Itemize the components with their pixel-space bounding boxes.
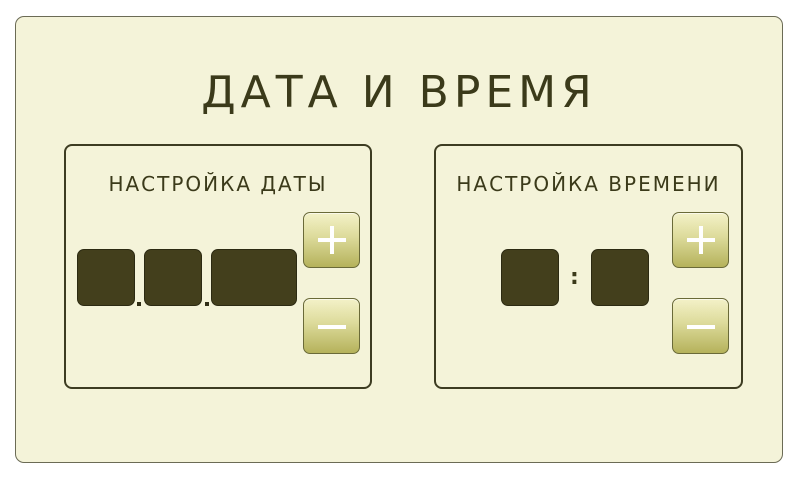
month-field[interactable]: [144, 249, 202, 306]
time-separator: :: [570, 265, 579, 290]
time-settings-title: НАСТРОЙКА ВРЕМЕНИ: [456, 172, 721, 196]
time-settings-group: НАСТРОЙКА ВРЕМЕНИ :: [434, 144, 743, 389]
date-settings-group: НАСТРОЙКА ДАТЫ: [64, 144, 372, 389]
time-decrement-button[interactable]: [672, 298, 729, 354]
date-separator-dot: [137, 302, 141, 306]
date-settings-title: НАСТРОЙКА ДАТЫ: [108, 172, 328, 196]
minutes-field[interactable]: [591, 249, 649, 306]
date-decrement-button[interactable]: [303, 298, 360, 354]
year-field[interactable]: [211, 249, 297, 306]
date-separator-dot: [205, 302, 209, 306]
page-title: ДАТА И ВРЕМЯ: [201, 67, 597, 118]
hours-field[interactable]: [501, 249, 559, 306]
date-increment-button[interactable]: [303, 212, 360, 268]
settings-panel: ДАТА И ВРЕМЯ НАСТРОЙКА ДАТЫ НАСТРОЙКА ВР…: [15, 16, 783, 463]
time-increment-button[interactable]: [672, 212, 729, 268]
day-field[interactable]: [77, 249, 135, 306]
